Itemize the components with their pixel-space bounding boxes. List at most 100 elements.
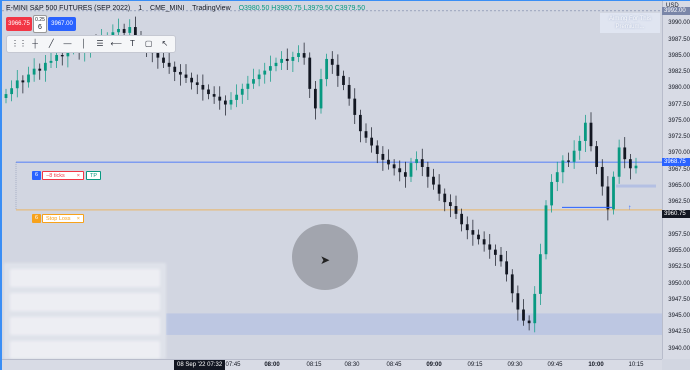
cursor-arrow-icon[interactable]: ↖ bbox=[159, 37, 171, 51]
candle-body bbox=[15, 80, 19, 89]
candle-body bbox=[381, 153, 385, 160]
candle-body bbox=[420, 159, 424, 167]
arrow-tool-icon[interactable]: ⟵ bbox=[110, 37, 122, 51]
price-tick: 3980.00 bbox=[668, 85, 690, 92]
sl-label-tag[interactable]: Stop Loss × bbox=[42, 214, 84, 223]
candle-body bbox=[488, 244, 492, 250]
candle-body bbox=[460, 213, 464, 225]
candle-body bbox=[313, 88, 317, 109]
price-axis[interactable]: USD 3990.003987.503985.003982.503980.003… bbox=[662, 1, 690, 359]
crosshair-icon[interactable]: ┼ bbox=[29, 37, 41, 51]
candle-body bbox=[173, 66, 177, 72]
candle-body bbox=[477, 234, 480, 240]
sell-button[interactable]: 3966.75 bbox=[6, 17, 32, 31]
candle-body bbox=[387, 159, 390, 165]
demand-zone bbox=[166, 313, 662, 335]
candle-body bbox=[190, 77, 194, 83]
sl-quantity-tag[interactable]: 6 bbox=[32, 214, 42, 223]
price-tick: 3940.00 bbox=[668, 345, 690, 352]
price-tick: 3990.00 bbox=[668, 20, 690, 27]
candle-body bbox=[634, 165, 638, 169]
candle-body bbox=[128, 27, 132, 33]
tp-quantity-tag[interactable]: 6 bbox=[32, 171, 42, 180]
sl-close-icon[interactable]: × bbox=[77, 215, 80, 224]
mouse-cursor-icon: ➤ bbox=[320, 253, 331, 267]
candle-body bbox=[550, 181, 554, 206]
candle-body bbox=[10, 88, 14, 95]
price-tick: 3965.00 bbox=[668, 183, 690, 189]
rectangle-tool-icon[interactable]: ▢ bbox=[143, 37, 155, 51]
candle-body bbox=[589, 122, 593, 147]
candle-body bbox=[167, 62, 171, 67]
text-tool-icon[interactable]: T bbox=[126, 37, 138, 51]
trend-line-icon[interactable]: ╱ bbox=[45, 37, 57, 51]
symbol-title-bar[interactable]: E-MINI S&P 500 FUTURES (SEP 2022) 1 CME_… bbox=[6, 5, 371, 12]
candle-body bbox=[223, 100, 227, 105]
candle-body bbox=[426, 166, 430, 177]
candle-body bbox=[555, 172, 559, 182]
candle-body bbox=[342, 75, 345, 85]
candle-body bbox=[27, 74, 30, 83]
price-tick: 3945.00 bbox=[668, 313, 690, 320]
price-tick: 3950.00 bbox=[668, 280, 690, 287]
current-price-label: 3960.75 bbox=[662, 210, 690, 219]
time-tick: 09:00 bbox=[426, 362, 442, 368]
buy-button[interactable]: 3967.00 bbox=[48, 17, 76, 31]
quantity-box[interactable]: 0.25 6 bbox=[33, 15, 47, 33]
candle-body bbox=[201, 84, 205, 90]
candle-body bbox=[178, 71, 182, 75]
vertical-line-icon[interactable]: │ bbox=[78, 37, 90, 51]
small-zone bbox=[616, 184, 656, 188]
tp-close-icon[interactable]: × bbox=[77, 172, 80, 181]
tp-label-tag[interactable]: TP bbox=[86, 171, 102, 180]
up-arrow-icon: ↑ bbox=[628, 204, 632, 211]
candle-body bbox=[117, 28, 120, 33]
symbol-name[interactable]: E-MINI S&P 500 FUTURES (SEP 2022) bbox=[6, 5, 130, 12]
horizontal-line-icon[interactable]: — bbox=[61, 37, 73, 51]
candle-body bbox=[403, 172, 407, 177]
price-tick: 3947.50 bbox=[668, 296, 690, 303]
time-tick: 09:15 bbox=[467, 362, 483, 368]
candle-body bbox=[195, 82, 199, 85]
time-axis[interactable]: 08 Sep '22 07:32 07:45 08:00 08:15 08:30 08:… bbox=[2, 359, 662, 370]
candle-body bbox=[162, 57, 165, 63]
candle-body bbox=[308, 57, 312, 89]
interval-label[interactable]: 1 bbox=[138, 5, 142, 12]
drag-handle-icon[interactable]: ⋮⋮ bbox=[11, 37, 27, 51]
price-tick: 3972.50 bbox=[668, 134, 690, 141]
price-tick: 3957.50 bbox=[668, 231, 690, 238]
candle-body bbox=[156, 53, 160, 58]
price-tick: 3975.00 bbox=[668, 117, 690, 124]
candle-body bbox=[297, 53, 300, 57]
candle-body bbox=[252, 79, 255, 84]
fib-tool-icon[interactable]: ☰ bbox=[94, 37, 106, 51]
candle-body bbox=[567, 160, 570, 162]
blurred-sidebar-panel bbox=[4, 263, 166, 359]
candle-body bbox=[235, 94, 239, 100]
candle-body bbox=[628, 159, 632, 169]
candle-body bbox=[291, 56, 295, 61]
drawing-toolbar: ⋮⋮ ┼ ╱ — │ ☰ ⟵ T ▢ ↖ bbox=[6, 35, 176, 53]
candle-body bbox=[212, 94, 216, 97]
candle-body bbox=[493, 249, 497, 255]
price-tick: 3967.50 bbox=[668, 166, 690, 173]
candle-body bbox=[257, 74, 261, 80]
candle-body bbox=[302, 53, 306, 58]
candle-body bbox=[572, 150, 576, 162]
candle-body bbox=[43, 62, 47, 71]
price-tick: 3962.50 bbox=[668, 199, 690, 206]
candle-body bbox=[538, 254, 542, 294]
tp-price-label: 3968.75 bbox=[662, 158, 690, 167]
candle-body bbox=[364, 131, 368, 138]
time-tick: 09:30 bbox=[507, 362, 523, 368]
candle-body bbox=[370, 137, 374, 146]
candle-body bbox=[409, 163, 413, 177]
time-tick: 10:15 bbox=[628, 362, 644, 368]
tp-ticks-tag[interactable]: −8 ticks × bbox=[42, 171, 84, 180]
price-tick: 3970.00 bbox=[668, 150, 690, 157]
candle-body bbox=[21, 80, 25, 83]
candle-body bbox=[392, 164, 396, 169]
blurred-row bbox=[10, 293, 160, 311]
candle-body bbox=[184, 74, 188, 78]
time-tick: 08:00 bbox=[264, 362, 280, 368]
